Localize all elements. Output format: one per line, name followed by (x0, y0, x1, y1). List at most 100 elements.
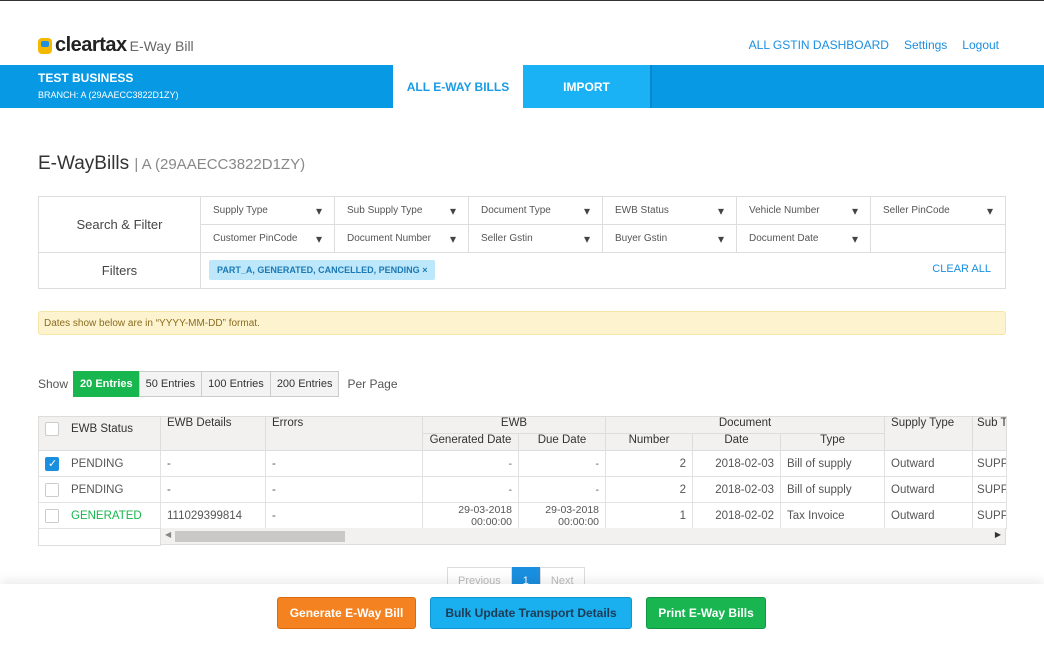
cell-text: - (272, 483, 276, 496)
filters-label: Filters (39, 253, 201, 288)
eway-bills-table: EWB Status EWB Details Errors EWB Docume… (38, 416, 1008, 529)
header-ewb-status: EWB Status (38, 416, 161, 451)
cell-number: 2 (605, 476, 694, 503)
cell-text: 2018-02-03 (715, 483, 775, 496)
table-row[interactable]: PENDING----22018-02-03Bill of supplyOutw… (38, 476, 1008, 503)
dropdown-seller-gstin[interactable]: Seller Gstin (469, 225, 603, 253)
select-all-checkbox[interactable] (45, 422, 59, 436)
cell-date: 2018-02-03 (692, 450, 782, 477)
cell-due: 29-03-2018 00:00:00 (517, 502, 607, 529)
dropdown-ewb-status[interactable]: EWB Status (603, 197, 737, 225)
cell-text: 2 (679, 483, 687, 496)
header-generated-date: Generated Date (422, 433, 519, 451)
print-eway-bills-button[interactable]: Print E-Way Bills (646, 597, 766, 629)
cell-number: 1 (605, 502, 694, 529)
cell-generated: - (422, 476, 519, 503)
entries-100-button[interactable]: 100 Entries (201, 371, 271, 397)
entries-50-button[interactable]: 50 Entries (138, 371, 203, 397)
cell-date: 2018-02-03 (692, 476, 782, 503)
cell-text: - (272, 509, 276, 522)
dropdown-document-type[interactable]: Document Type (469, 197, 603, 225)
all-gstin-dashboard-link[interactable]: ALL GSTIN DASHBOARD (749, 38, 889, 52)
cell-type: Bill of supply (780, 450, 886, 477)
cell-due: - (517, 450, 607, 477)
cell-type: Bill of supply (780, 476, 886, 503)
entries-20-button[interactable]: 20 Entries (73, 371, 140, 397)
business-info: TEST BUSINESS BRANCH: A (29AAECC3822D1ZY… (38, 71, 179, 100)
scroll-left-icon[interactable]: ◀ (165, 530, 171, 539)
row-checkbox[interactable] (45, 482, 59, 497)
table-row[interactable]: GENERATED 111029399814 - 29-03-2018 00:00:0… (38, 502, 1008, 529)
dropdown-supply-type[interactable]: Supply Type (201, 197, 335, 225)
dropdown-vehicle-number[interactable]: Vehicle Number (737, 197, 871, 225)
table-footer-left (38, 528, 161, 546)
cell-text: 111029399814 (167, 509, 243, 522)
cell-text: 2 (679, 457, 687, 470)
cell-supply: Outward (884, 476, 974, 503)
status-badge: PENDING (71, 457, 124, 470)
bulk-update-transport-button[interactable]: Bulk Update Transport Details (430, 597, 632, 629)
dropdown-sub-supply-type[interactable]: Sub Supply Type (335, 197, 469, 225)
cell-type: Tax Invoice (780, 502, 886, 529)
row-checkbox[interactable] (45, 508, 59, 523)
active-filter-chip[interactable]: PART_A, GENERATED, CANCELLED, PENDING × (209, 260, 436, 280)
cell-number: 2 (605, 450, 694, 477)
dropdown-document-date[interactable]: Document Date (737, 225, 871, 253)
header-supply-type: Supply Type (884, 416, 974, 451)
cell-text: SUPP (977, 509, 1007, 522)
cell-text: 1 (679, 509, 687, 522)
entries-selector: Show 20 Entries 50 Entries 100 Entries 2… (38, 371, 398, 397)
cell-errors: - (265, 502, 423, 529)
generate-eway-bill-button[interactable]: Generate E-Way Bill (277, 597, 416, 629)
cell-errors: - (265, 450, 423, 477)
title-text: E-WayBills (38, 153, 130, 174)
header-sub-type: Sub T (972, 416, 1008, 451)
cell-text: Tax Invoice (787, 509, 845, 522)
scroll-right-icon[interactable]: ▶ (995, 530, 1001, 539)
logo[interactable]: cleartax E-Way Bill (38, 34, 194, 57)
brand-name: cleartax (55, 34, 127, 56)
header-document: Document (605, 416, 886, 434)
date-format-notice: Dates show below are in “YYYY-MM-DD” for… (38, 311, 1006, 335)
table-row[interactable]: PENDING----22018-02-03Bill of supplyOutw… (38, 450, 1008, 477)
cell-status: GENERATED (38, 502, 161, 529)
cell-details: 111029399814 (160, 502, 266, 529)
cell-text: Outward (891, 483, 935, 496)
cell-text: Bill of supply (787, 483, 852, 496)
action-footer: Generate E-Way Bill Bulk Update Transpor… (0, 584, 1044, 650)
cell-text: - (167, 457, 171, 470)
entries-200-button[interactable]: 200 Entries (269, 371, 340, 397)
header-ewb: EWB (421, 416, 607, 434)
horizontal-scrollbar[interactable]: ◀ ▶ (160, 528, 1006, 545)
dropdown-buyer-gstin[interactable]: Buyer Gstin (603, 225, 737, 253)
logo-icon (38, 37, 52, 54)
logout-link[interactable]: Logout (962, 38, 999, 52)
cell-supply: Outward (884, 502, 974, 529)
cell-errors: - (265, 476, 423, 503)
header-type: Type (780, 433, 886, 451)
empty-cell (871, 225, 1005, 253)
close-icon[interactable]: × (422, 265, 427, 275)
header-due-date: Due Date (517, 433, 607, 451)
scrollbar-thumb[interactable] (175, 531, 345, 542)
dropdown-seller-pincode[interactable]: Seller PinCode (871, 197, 1005, 225)
row-checkbox[interactable] (45, 456, 59, 471)
cell-date: 2018-02-02 (692, 502, 782, 529)
settings-link[interactable]: Settings (904, 38, 947, 52)
cell-text: 2018-02-03 (715, 457, 775, 470)
cell-sub: SUPP (972, 476, 1008, 503)
cell-generated: 29-03-2018 00:00:00 (422, 502, 519, 529)
dropdown-customer-pincode[interactable]: Customer PinCode (201, 225, 335, 253)
status-badge: PENDING (71, 483, 124, 496)
clear-all-button[interactable]: CLEAR ALL (932, 263, 991, 275)
show-label: Show (38, 377, 69, 391)
header-label: EWB Status (71, 423, 133, 436)
cell-text: SUPP (977, 457, 1007, 470)
cell-text: 2018-02-02 (715, 509, 775, 522)
dropdown-document-number[interactable]: Document Number (335, 225, 469, 253)
search-filter-panel: Search & Filter Filters Supply TypeSub S… (38, 196, 1006, 289)
tab-all-e-way-bills[interactable]: ALL E-WAY BILLS (393, 65, 523, 108)
tab-import[interactable]: IMPORT (523, 65, 652, 108)
cell-details: - (160, 476, 266, 503)
cell-text: - (272, 457, 276, 470)
